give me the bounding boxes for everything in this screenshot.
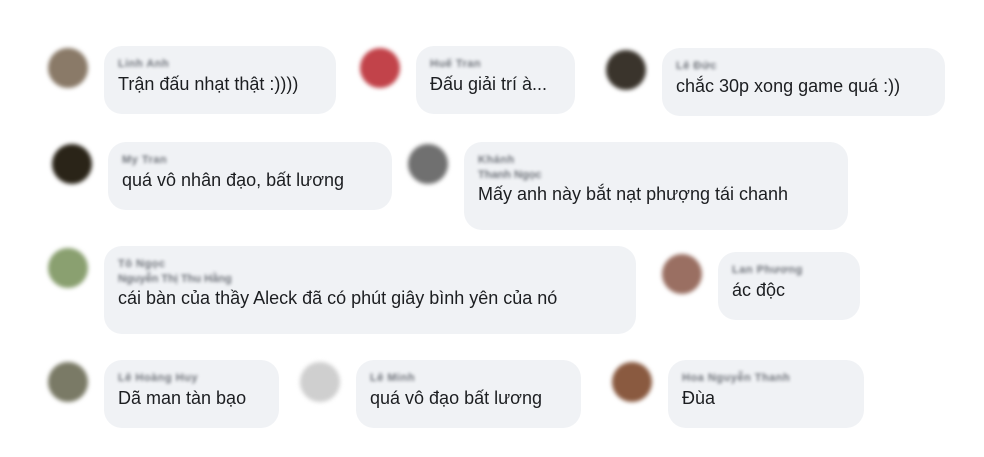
commenter-name[interactable]: Tô Ngọc (118, 256, 622, 272)
comment-text: Mấy anh này bắt nạt phượng tái chanh (478, 184, 789, 204)
comment-text: ác độc (732, 280, 786, 300)
comment-bubble: Hoa Nguyễn Thanh Đùa (668, 360, 864, 428)
comment-item: Lê Minh quá vô đạo bất lương (300, 360, 581, 428)
avatar[interactable] (48, 362, 88, 402)
avatar[interactable] (300, 362, 340, 402)
avatar[interactable] (408, 144, 448, 184)
comment-text: cái bàn của thầy Aleck đã có phút giây b… (118, 288, 558, 308)
avatar[interactable] (52, 144, 92, 184)
comment-item: Huế Tran Đấu giải trí à... (360, 46, 575, 114)
comment-item: Lan Phương ác độc (662, 252, 860, 320)
comment-item: Khánh Thanh Ngọc Mấy anh này bắt nạt phư… (408, 142, 848, 230)
commenter-name[interactable]: Lan Phương (732, 262, 846, 278)
comment-item: Hoa Nguyễn Thanh Đùa (612, 360, 864, 428)
commenter-name[interactable]: Lê Đức (676, 58, 931, 74)
avatar[interactable] (360, 48, 400, 88)
avatar[interactable] (48, 48, 88, 88)
comment-item: Lê Hoàng Huy Dã man tàn bạo (48, 360, 279, 428)
comment-item: Linh Anh Trận đấu nhạt thật :)))) (48, 46, 336, 114)
reply-to-name[interactable]: Nguyễn Thị Thu Hằng (118, 272, 622, 286)
commenter-name[interactable]: Hoa Nguyễn Thanh (682, 370, 850, 386)
comment-bubble: Linh Anh Trận đấu nhạt thật :)))) (104, 46, 336, 114)
avatar[interactable] (662, 254, 702, 294)
avatar[interactable] (612, 362, 652, 402)
comment-bubble: Huế Tran Đấu giải trí à... (416, 46, 575, 114)
commenter-name[interactable]: Khánh (478, 152, 834, 168)
comment-bubble: Lê Minh quá vô đạo bất lương (356, 360, 581, 428)
avatar[interactable] (48, 248, 88, 288)
commenter-name[interactable]: Lê Hoàng Huy (118, 370, 265, 386)
avatar[interactable] (606, 50, 646, 90)
comment-text: Trận đấu nhạt thật :)))) (118, 74, 299, 94)
commenter-name[interactable]: My Tran (122, 152, 378, 168)
comment-text: quá vô nhân đạo, bất lương (122, 170, 345, 190)
commenter-name[interactable]: Huế Tran (430, 56, 561, 72)
comment-bubble: Khánh Thanh Ngọc Mấy anh này bắt nạt phư… (464, 142, 848, 230)
comment-bubble: Lan Phương ác độc (718, 252, 860, 320)
commenter-name[interactable]: Linh Anh (118, 56, 322, 72)
comment-bubble: Lê Hoàng Huy Dã man tàn bạo (104, 360, 279, 428)
comment-item: Lê Đức chắc 30p xong game quá :)) (606, 48, 945, 116)
comment-text: quá vô đạo bất lương (370, 388, 542, 408)
comment-bubble: Lê Đức chắc 30p xong game quá :)) (662, 48, 945, 116)
comment-text: Đùa (682, 388, 716, 408)
comment-text: Đấu giải trí à... (430, 74, 548, 94)
reply-to-name[interactable]: Thanh Ngọc (478, 168, 834, 182)
commenter-name[interactable]: Lê Minh (370, 370, 567, 386)
comment-text: Dã man tàn bạo (118, 388, 247, 408)
comment-item: Tô Ngọc Nguyễn Thị Thu Hằng cái bàn của … (48, 246, 636, 334)
comment-text: chắc 30p xong game quá :)) (676, 76, 901, 96)
comment-bubble: Tô Ngọc Nguyễn Thị Thu Hằng cái bàn của … (104, 246, 636, 334)
comment-item: My Tran quá vô nhân đạo, bất lương (52, 142, 392, 210)
comment-bubble: My Tran quá vô nhân đạo, bất lương (108, 142, 392, 210)
